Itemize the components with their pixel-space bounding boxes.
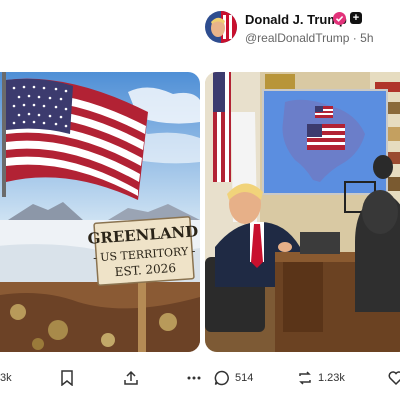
reply-icon — [214, 370, 230, 386]
timestamp[interactable]: 5h — [360, 31, 373, 45]
reply-count: 514 — [235, 372, 254, 384]
repost-count: 1.23k — [318, 372, 345, 384]
reply-button[interactable]: 514 — [214, 368, 253, 388]
more-button[interactable] — [186, 368, 202, 388]
bookmark-icon — [60, 370, 74, 386]
share-icon — [123, 370, 139, 386]
partial-count[interactable]: 3k — [0, 368, 12, 388]
handle[interactable]: @realDonaldTrump — [245, 31, 349, 45]
display-name[interactable]: Donald J. Trump — [245, 12, 347, 27]
partial-count-label: 3k — [0, 372, 12, 384]
share-button[interactable] — [123, 368, 139, 388]
plus-badge-icon: + — [350, 12, 362, 24]
more-icon — [186, 370, 202, 386]
like-button[interactable] — [388, 368, 400, 388]
media-image-greenland[interactable]: GREENLAND - US TERRITORY - EST. 2026 — [0, 72, 200, 352]
verified-icon — [333, 12, 346, 25]
bookmark-button[interactable] — [60, 368, 74, 388]
separator: · — [352, 31, 357, 45]
repost-icon — [297, 370, 313, 386]
handle-line: @realDonaldTrump · 5h — [245, 31, 374, 45]
media-image-oval-office[interactable] — [205, 72, 400, 352]
heart-icon — [388, 370, 400, 386]
avatar[interactable] — [205, 11, 237, 43]
repost-button[interactable]: 1.23k — [297, 368, 345, 388]
